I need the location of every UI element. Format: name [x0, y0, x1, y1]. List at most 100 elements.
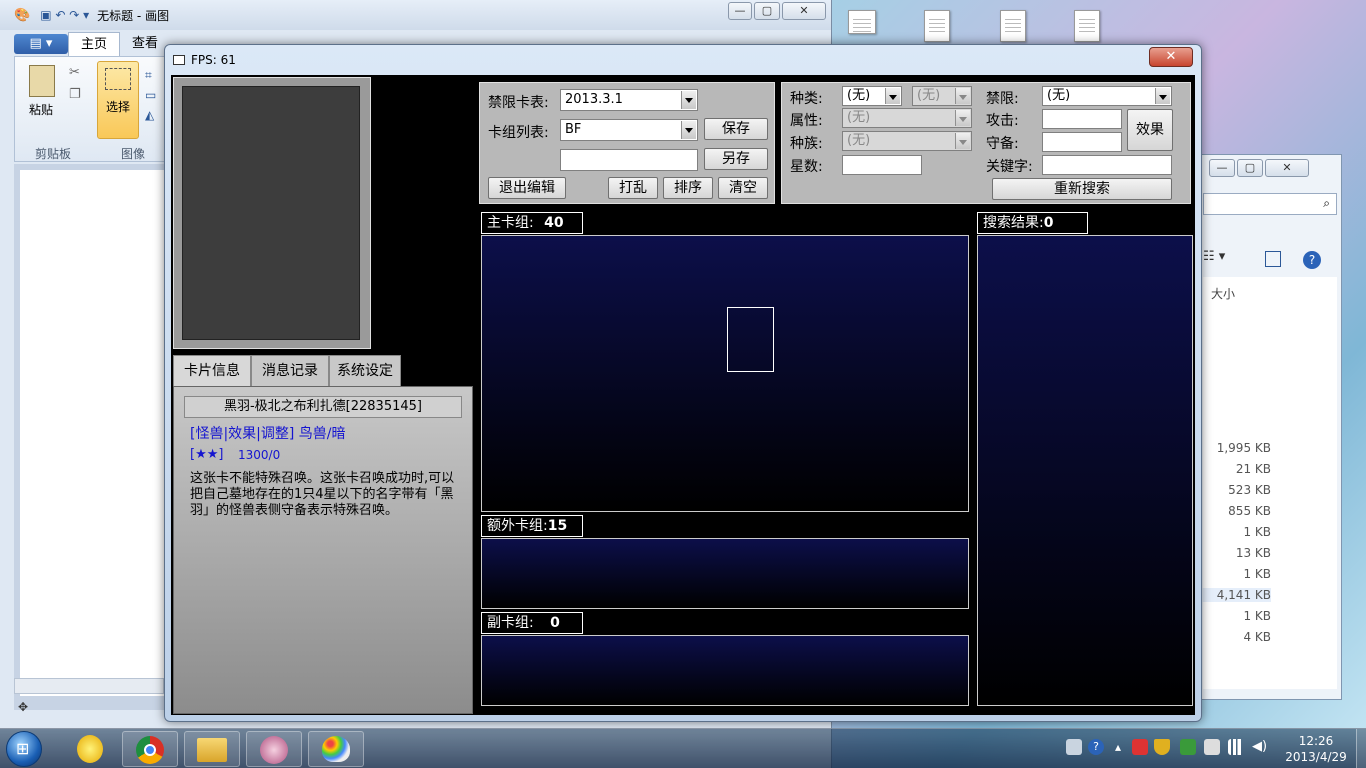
nvidia-icon[interactable] [1180, 739, 1196, 755]
save-button[interactable]: 保存 [704, 118, 768, 140]
keyword-input[interactable] [1042, 155, 1172, 175]
paste-button[interactable]: 粘贴 [29, 101, 53, 118]
clipboard-icon[interactable] [29, 65, 55, 97]
main-deck-count: 40 [544, 215, 564, 231]
keyboard-icon[interactable] [1066, 739, 1082, 755]
attribute-select[interactable]: (无) [842, 108, 972, 128]
device-icon[interactable] [1204, 739, 1220, 755]
desktop-file-icon[interactable] [1074, 10, 1100, 42]
attack-input[interactable] [1042, 109, 1122, 129]
select-button[interactable]: 选择 [97, 61, 139, 139]
help-icon[interactable]: ? [1303, 251, 1321, 269]
select-icon [105, 68, 131, 90]
tab-message-log[interactable]: 消息记录 [251, 355, 329, 387]
deck-name-input[interactable] [560, 149, 698, 171]
type-select[interactable]: (无) [842, 86, 902, 106]
clear-button[interactable]: 清空 [718, 177, 768, 199]
game-window[interactable]: FPS: 61 ✕ 卡片信息 消息记录 系统设定 黑羽-极北之布利扎德[2283… [164, 44, 1202, 722]
effect-button[interactable]: 效果 [1127, 109, 1173, 151]
type2-select[interactable]: (无) [912, 86, 972, 106]
game-close-button[interactable]: ✕ [1149, 47, 1193, 67]
search-result-area[interactable] [977, 235, 1193, 706]
network-icon[interactable] [1228, 739, 1244, 755]
decklist-select[interactable]: BF [560, 119, 698, 141]
type-value: (无) [847, 88, 871, 103]
show-desktop-button[interactable] [1356, 729, 1366, 768]
paint-title-bar[interactable]: 🎨 ▣ ↶ ↷ ▾ 无标题 - 画图 [0, 0, 831, 30]
paint-horizontal-scrollbar[interactable] [14, 678, 164, 694]
card-image-frame [173, 77, 371, 349]
clock-date: 2013/4/29 [1285, 750, 1347, 764]
volume-icon[interactable]: ◀) [1252, 739, 1268, 755]
paint-app-icon[interactable]: 🎨 [14, 8, 30, 23]
side-deck-area[interactable] [481, 635, 969, 706]
security-tray-icon[interactable] [1132, 739, 1148, 755]
tab-home[interactable]: 主页 [68, 32, 121, 56]
explorer-file-list[interactable]: 大小 1,995 KB 21 KB 523 KB 855 KB 1 KB 13 … [1191, 277, 1337, 689]
select-label: 选择 [105, 100, 130, 114]
paint-minimize-button[interactable]: — [728, 2, 752, 20]
extra-deck-label: 额外卡组:15 [481, 515, 583, 537]
clock-time: 12:26 [1298, 734, 1334, 748]
save-as-button[interactable]: 另存 [704, 148, 768, 170]
main-deck-area[interactable] [481, 235, 969, 512]
desktop-file-icon[interactable] [1000, 10, 1026, 42]
exit-edit-button[interactable]: 退出编辑 [488, 177, 566, 199]
paint-file-menu-button[interactable]: ▤ ▾ [14, 34, 68, 54]
quick-access-toolbar-icon[interactable]: ▣ ↶ ↷ ▾ [40, 8, 89, 22]
game-window-title: FPS: 61 [191, 53, 236, 67]
explorer-search-input[interactable]: ⌕ [1203, 193, 1337, 215]
explorer-close-button[interactable]: ✕ [1265, 159, 1309, 177]
app-icon [77, 735, 103, 763]
start-button[interactable]: ⊞ [6, 731, 42, 767]
tab-system-settings[interactable]: 系统设定 [329, 355, 401, 387]
level-input[interactable] [842, 155, 922, 175]
chevron-down-icon [1155, 88, 1170, 104]
desktop-file-icon[interactable] [848, 10, 876, 34]
system-clock[interactable]: 12:26 2013/4/29 [1284, 733, 1348, 765]
clipboard-group-label: 剪贴板 [35, 147, 72, 161]
limit-select[interactable]: (无) [1042, 86, 1172, 106]
side-deck-count: 0 [550, 615, 560, 631]
level-label: 星数: [790, 159, 823, 175]
copy-icon[interactable]: ❐ [69, 87, 81, 102]
defense-input[interactable] [1042, 132, 1122, 152]
taskbar-app-explorer[interactable] [184, 731, 240, 767]
folder-icon [197, 738, 227, 762]
explorer-maximize-button[interactable]: ▢ [1237, 159, 1263, 177]
shuffle-button[interactable]: 打乱 [608, 177, 658, 199]
card-slot-highlight[interactable] [727, 307, 774, 372]
explorer-minimize-button[interactable]: — [1209, 159, 1235, 177]
search-panel: 种类: (无) (无) 属性: (无) 种族: (无) 星数: 禁限: (无) … [781, 82, 1191, 204]
banlist-select[interactable]: 2013.3.1 [560, 89, 698, 111]
research-button[interactable]: 重新搜索 [992, 178, 1172, 200]
taskbar-app-game[interactable] [246, 731, 302, 767]
image-tools-icon[interactable]: ⌗ ▭ ◭ [145, 65, 156, 125]
image-group-label: 图像 [121, 147, 146, 161]
search-icon[interactable]: ⌕ [1323, 196, 1330, 211]
cut-icon[interactable]: ✂ [69, 65, 80, 80]
race-select[interactable]: (无) [842, 131, 972, 151]
taskbar-app-paint[interactable] [308, 731, 364, 767]
desktop-file-icon[interactable] [924, 10, 950, 42]
decklist-label: 卡组列表: [488, 125, 549, 141]
view-options-icon[interactable]: ☷ ▾ [1203, 249, 1225, 264]
taskbar-app-chrome[interactable] [122, 731, 178, 767]
main-deck-label: 主卡组: 40 [481, 212, 583, 234]
tab-card-info[interactable]: 卡片信息 [173, 355, 251, 387]
preview-pane-icon[interactable] [1265, 251, 1281, 267]
attack-label: 攻击: [986, 113, 1019, 129]
shield-icon[interactable] [1154, 739, 1170, 755]
type2-value: (无) [917, 88, 941, 103]
sort-button[interactable]: 排序 [663, 177, 713, 199]
side-deck-label-text: 副卡组: [487, 615, 534, 631]
explorer-window[interactable]: — ▢ ✕ ⌕ ☷ ▾ ? 大小 1,995 KB 21 KB 523 KB 8… [1191, 154, 1342, 700]
help-tray-icon[interactable]: ? [1088, 739, 1104, 755]
extra-deck-area[interactable] [481, 538, 969, 609]
tab-view[interactable]: 查看 [120, 32, 170, 56]
chevron-up-icon[interactable]: ▴ [1110, 739, 1126, 755]
paint-close-button[interactable]: ✕ [782, 2, 826, 20]
paint-maximize-button[interactable]: ▢ [754, 2, 780, 20]
taskbar-app-qq[interactable] [62, 731, 118, 767]
paint-canvas[interactable] [20, 170, 170, 696]
